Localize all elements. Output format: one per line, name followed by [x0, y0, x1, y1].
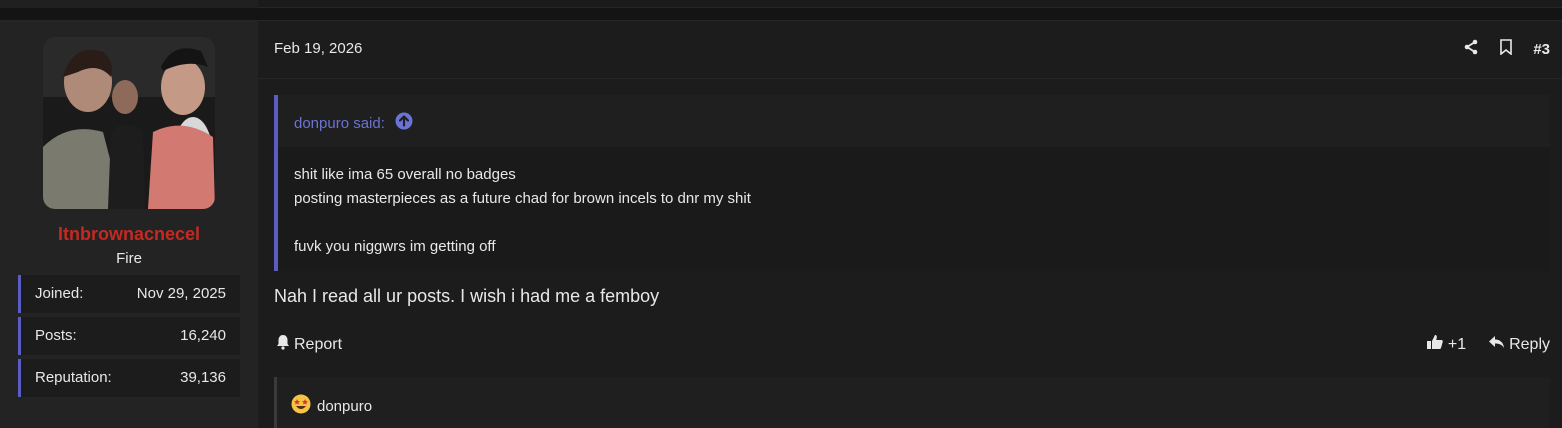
post-header-actions: #3 — [1463, 39, 1550, 59]
arrow-up-circle-icon[interactable] — [395, 112, 413, 134]
user-sidebar: Itnbrownacnecel Fire Joined: Nov 29, 202… — [0, 21, 258, 428]
quote-line: fuvk you niggwrs im getting off — [294, 238, 496, 255]
stat-posts: Posts: 16,240 — [18, 317, 240, 355]
post-main: Feb 19, 2026 #3 donpuro said: shit like … — [258, 21, 1562, 428]
quote-header: donpuro said: — [278, 95, 1550, 147]
share-icon[interactable] — [1463, 39, 1479, 59]
bell-icon — [276, 334, 290, 355]
stat-value: Nov 29, 2025 — [136, 285, 226, 302]
thumbs-up-icon — [1426, 334, 1444, 355]
username[interactable]: Itnbrownacnecel — [0, 224, 258, 245]
reply-button[interactable]: Reply — [1488, 335, 1550, 354]
post: Itnbrownacnecel Fire Joined: Nov 29, 202… — [0, 20, 1562, 428]
reply-icon — [1488, 335, 1505, 354]
stat-joined: Joined: Nov 29, 2025 — [18, 275, 240, 313]
post-message: Nah I read all ur posts. I wish i had me… — [274, 286, 660, 306]
quote-body: shit like ima 65 overall no badges posti… — [294, 163, 751, 259]
user-title: Fire — [116, 250, 142, 267]
quote-author-link[interactable]: donpuro said: — [294, 112, 413, 134]
stat-reputation: Reputation: 39,136 — [18, 359, 240, 397]
star-struck-emoji-icon — [291, 394, 311, 418]
quote-line: posting masterpieces as a future chad fo… — [294, 190, 751, 207]
like-count: +1 — [1447, 335, 1467, 353]
stat-value[interactable]: 16,240 — [180, 327, 226, 344]
reaction-user[interactable]: donpuro — [317, 398, 372, 415]
post-header: Feb 19, 2026 #3 — [258, 21, 1562, 79]
post-pointer — [246, 56, 258, 80]
quote-author[interactable]: donpuro said: — [294, 115, 385, 132]
like-button[interactable]: +1 — [1426, 334, 1466, 355]
bookmark-icon[interactable] — [1499, 39, 1513, 59]
post-actions-left: Report — [276, 334, 342, 355]
reply-label: Reply — [1509, 335, 1550, 353]
stat-label: Posts: — [35, 327, 77, 344]
stat-value: 39,136 — [180, 369, 226, 386]
quote-line — [294, 211, 751, 235]
post-actions-right: +1 Reply — [1426, 334, 1550, 355]
quote-block: donpuro said: shit like ima 65 overall n… — [274, 95, 1550, 271]
stat-label: Joined: — [35, 285, 84, 302]
avatar[interactable] — [43, 37, 215, 209]
report-label: Report — [294, 335, 343, 353]
previous-post-bottom — [0, 0, 1562, 8]
post-number[interactable]: #3 — [1533, 41, 1550, 58]
report-button[interactable]: Report — [276, 334, 342, 355]
stat-label: Reputation: — [35, 369, 112, 386]
reactions-bar[interactable]: donpuro — [274, 377, 1550, 428]
quote-line: shit like ima 65 overall no badges — [294, 166, 516, 183]
post-date[interactable]: Feb 19, 2026 — [274, 40, 362, 57]
